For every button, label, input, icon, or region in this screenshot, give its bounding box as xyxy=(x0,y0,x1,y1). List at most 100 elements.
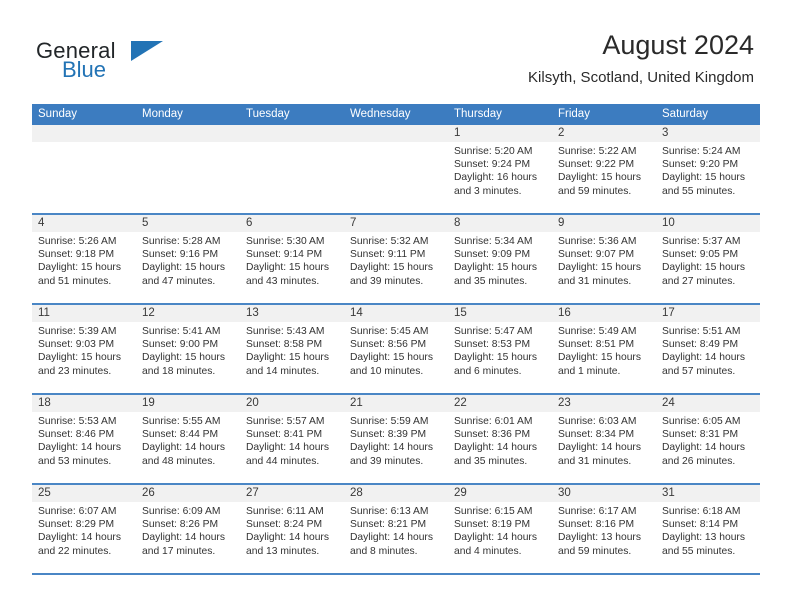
sunset-text: Sunset: 8:21 PM xyxy=(350,519,427,531)
daylight-text-line2: and 39 minutes. xyxy=(350,455,424,467)
daylight-text-line2: and 55 minutes. xyxy=(662,185,736,197)
daylight-text-line2: and 59 minutes. xyxy=(558,545,632,557)
day-details: Sunrise: 5:30 AM Sunset: 9:14 PM Daylight:… xyxy=(240,232,344,288)
sunset-text: Sunset: 9:16 PM xyxy=(142,249,219,261)
day-number: 27 xyxy=(240,485,344,502)
calendar-day-cell[interactable]: 4 Sunrise: 5:26 AM Sunset: 9:18 PM Daylight… xyxy=(32,215,136,303)
calendar-day-cell[interactable]: 6 Sunrise: 5:30 AM Sunset: 9:14 PM Daylight… xyxy=(240,215,344,303)
weekday-header-friday: Friday xyxy=(558,108,590,120)
day-number: 9 xyxy=(552,215,656,232)
sunrise-text: Sunrise: 5:47 AM xyxy=(454,326,533,337)
calendar-day-cell[interactable]: 19 Sunrise: 5:55 AM Sunset: 8:44 PM Dayligh… xyxy=(136,395,240,483)
daylight-text-line2: and 1 minute. xyxy=(558,365,621,377)
calendar-day-cell[interactable]: 13 Sunrise: 5:43 AM Sunset: 8:58 PM Dayligh… xyxy=(240,305,344,393)
sunrise-text: Sunrise: 6:05 AM xyxy=(662,416,741,427)
day-details: Sunrise: 6:05 AM Sunset: 8:31 PM Daylight:… xyxy=(656,412,760,468)
daylight-text-line2: and 39 minutes. xyxy=(350,275,424,287)
calendar-day-cell[interactable]: 21 Sunrise: 5:59 AM Sunset: 8:39 PM Dayligh… xyxy=(344,395,448,483)
calendar-day-cell[interactable]: 24 Sunrise: 6:05 AM Sunset: 8:31 PM Dayligh… xyxy=(656,395,760,483)
daylight-text-line2: and 31 minutes. xyxy=(558,455,632,467)
calendar-day-cell[interactable]: 26 Sunrise: 6:09 AM Sunset: 8:26 PM Dayligh… xyxy=(136,485,240,573)
day-number: 10 xyxy=(656,215,760,232)
day-details: Sunrise: 5:41 AM Sunset: 9:00 PM Daylight:… xyxy=(136,322,240,378)
calendar-day-cell[interactable]: 3 Sunrise: 5:24 AM Sunset: 9:20 PM Daylight… xyxy=(656,125,760,213)
day-number: 1 xyxy=(448,125,552,142)
calendar-day-cell[interactable]: 1 Sunrise: 5:20 AM Sunset: 9:24 PM Daylight… xyxy=(448,125,552,213)
daylight-text-line1: Daylight: 14 hours xyxy=(246,442,329,454)
daylight-text-line2: and 27 minutes. xyxy=(662,275,736,287)
sunrise-text: Sunrise: 5:53 AM xyxy=(38,416,117,427)
sunset-text: Sunset: 8:51 PM xyxy=(558,339,635,351)
sunset-text: Sunset: 8:44 PM xyxy=(142,429,219,441)
calendar-day-cell[interactable]: 28 Sunrise: 6:13 AM Sunset: 8:21 PM Dayligh… xyxy=(344,485,448,573)
calendar-day-cell[interactable]: 18 Sunrise: 5:53 AM Sunset: 8:46 PM Dayligh… xyxy=(32,395,136,483)
sunrise-text: Sunrise: 5:57 AM xyxy=(246,416,325,427)
general-blue-logo[interactable]: General Blue xyxy=(36,38,216,88)
daylight-text-line1: Daylight: 15 hours xyxy=(558,352,641,364)
daylight-text-line1: Daylight: 15 hours xyxy=(558,262,641,274)
day-details: Sunrise: 5:32 AM Sunset: 9:11 PM Daylight:… xyxy=(344,232,448,288)
calendar-day-cell[interactable]: 12 Sunrise: 5:41 AM Sunset: 9:00 PM Dayligh… xyxy=(136,305,240,393)
calendar-day-cell[interactable]: 25 Sunrise: 6:07 AM Sunset: 8:29 PM Dayligh… xyxy=(32,485,136,573)
sunrise-text: Sunrise: 5:24 AM xyxy=(662,146,741,157)
weekday-header-tuesday: Tuesday xyxy=(246,108,290,120)
day-details: Sunrise: 5:39 AM Sunset: 9:03 PM Daylight:… xyxy=(32,322,136,378)
day-details: Sunrise: 5:49 AM Sunset: 8:51 PM Daylight:… xyxy=(552,322,656,378)
day-number: 26 xyxy=(136,485,240,502)
sunset-text: Sunset: 8:26 PM xyxy=(142,519,219,531)
day-details: Sunrise: 5:59 AM Sunset: 8:39 PM Daylight:… xyxy=(344,412,448,468)
daylight-text-line2: and 59 minutes. xyxy=(558,185,632,197)
calendar-day-cell[interactable]: 30 Sunrise: 6:17 AM Sunset: 8:16 PM Dayligh… xyxy=(552,485,656,573)
day-details: Sunrise: 6:01 AM Sunset: 8:36 PM Daylight:… xyxy=(448,412,552,468)
calendar-day-cell[interactable]: 14 Sunrise: 5:45 AM Sunset: 8:56 PM Dayligh… xyxy=(344,305,448,393)
daylight-text-line2: and 8 minutes. xyxy=(350,545,418,557)
sunset-text: Sunset: 9:20 PM xyxy=(662,159,739,171)
calendar-day-cell[interactable]: 23 Sunrise: 6:03 AM Sunset: 8:34 PM Dayligh… xyxy=(552,395,656,483)
calendar-day-cell[interactable]: 9 Sunrise: 5:36 AM Sunset: 9:07 PM Daylight… xyxy=(552,215,656,303)
sunrise-text: Sunrise: 5:30 AM xyxy=(246,236,325,247)
sunrise-text: Sunrise: 5:26 AM xyxy=(38,236,117,247)
calendar-day-cell[interactable]: 16 Sunrise: 5:49 AM Sunset: 8:51 PM Dayligh… xyxy=(552,305,656,393)
calendar-day-cell[interactable]: 29 Sunrise: 6:15 AM Sunset: 8:19 PM Dayligh… xyxy=(448,485,552,573)
day-number: 22 xyxy=(448,395,552,412)
sunrise-text: Sunrise: 5:34 AM xyxy=(454,236,533,247)
calendar-day-cell[interactable]: 5 Sunrise: 5:28 AM Sunset: 9:16 PM Daylight… xyxy=(136,215,240,303)
sunrise-text: Sunrise: 6:17 AM xyxy=(558,506,637,517)
calendar-day-cell[interactable]: 22 Sunrise: 6:01 AM Sunset: 8:36 PM Dayligh… xyxy=(448,395,552,483)
calendar-day-cell-empty xyxy=(32,125,136,213)
daylight-text-line1: Daylight: 15 hours xyxy=(246,262,329,274)
day-details: Sunrise: 6:13 AM Sunset: 8:21 PM Daylight:… xyxy=(344,502,448,558)
day-number xyxy=(344,125,448,142)
day-details: Sunrise: 6:11 AM Sunset: 8:24 PM Daylight:… xyxy=(240,502,344,558)
calendar-day-cell[interactable]: 7 Sunrise: 5:32 AM Sunset: 9:11 PM Daylight… xyxy=(344,215,448,303)
sunrise-text: Sunrise: 5:32 AM xyxy=(350,236,429,247)
weekday-header-row: Sunday Monday Tuesday Wednesday Thursday Frid… xyxy=(32,104,760,125)
daylight-text-line2: and 23 minutes. xyxy=(38,365,112,377)
day-number: 19 xyxy=(136,395,240,412)
calendar-day-cell[interactable]: 27 Sunrise: 6:11 AM Sunset: 8:24 PM Dayligh… xyxy=(240,485,344,573)
sunset-text: Sunset: 9:07 PM xyxy=(558,249,635,261)
day-details: Sunrise: 5:57 AM Sunset: 8:41 PM Daylight:… xyxy=(240,412,344,468)
day-number xyxy=(240,125,344,142)
page-title: August 2024 xyxy=(602,30,754,60)
sunset-text: Sunset: 9:09 PM xyxy=(454,249,531,261)
calendar-day-cell[interactable]: 15 Sunrise: 5:47 AM Sunset: 8:53 PM Dayligh… xyxy=(448,305,552,393)
day-details: Sunrise: 5:26 AM Sunset: 9:18 PM Daylight:… xyxy=(32,232,136,288)
daylight-text-line1: Daylight: 15 hours xyxy=(454,352,537,364)
calendar-day-cell[interactable]: 11 Sunrise: 5:39 AM Sunset: 9:03 PM Dayligh… xyxy=(32,305,136,393)
sunrise-text: Sunrise: 5:20 AM xyxy=(454,146,533,157)
sunset-text: Sunset: 9:18 PM xyxy=(38,249,115,261)
daylight-text-line2: and 13 minutes. xyxy=(246,545,320,557)
calendar-day-cell[interactable]: 17 Sunrise: 5:51 AM Sunset: 8:49 PM Dayligh… xyxy=(656,305,760,393)
day-details: Sunrise: 6:18 AM Sunset: 8:14 PM Daylight:… xyxy=(656,502,760,558)
calendar-day-cell[interactable]: 31 Sunrise: 6:18 AM Sunset: 8:14 PM Dayligh… xyxy=(656,485,760,573)
daylight-text-line1: Daylight: 16 hours xyxy=(454,172,537,184)
calendar-day-cell[interactable]: 2 Sunrise: 5:22 AM Sunset: 9:22 PM Daylight… xyxy=(552,125,656,213)
calendar-day-cell[interactable]: 20 Sunrise: 5:57 AM Sunset: 8:41 PM Dayligh… xyxy=(240,395,344,483)
sunrise-text: Sunrise: 6:18 AM xyxy=(662,506,741,517)
calendar-day-cell[interactable]: 10 Sunrise: 5:37 AM Sunset: 9:05 PM Dayligh… xyxy=(656,215,760,303)
daylight-text-line1: Daylight: 15 hours xyxy=(246,352,329,364)
page-header: General Blue August 2024 Kilsyth, Scotla… xyxy=(0,0,792,100)
day-number: 15 xyxy=(448,305,552,322)
calendar-day-cell[interactable]: 8 Sunrise: 5:34 AM Sunset: 9:09 PM Daylight… xyxy=(448,215,552,303)
